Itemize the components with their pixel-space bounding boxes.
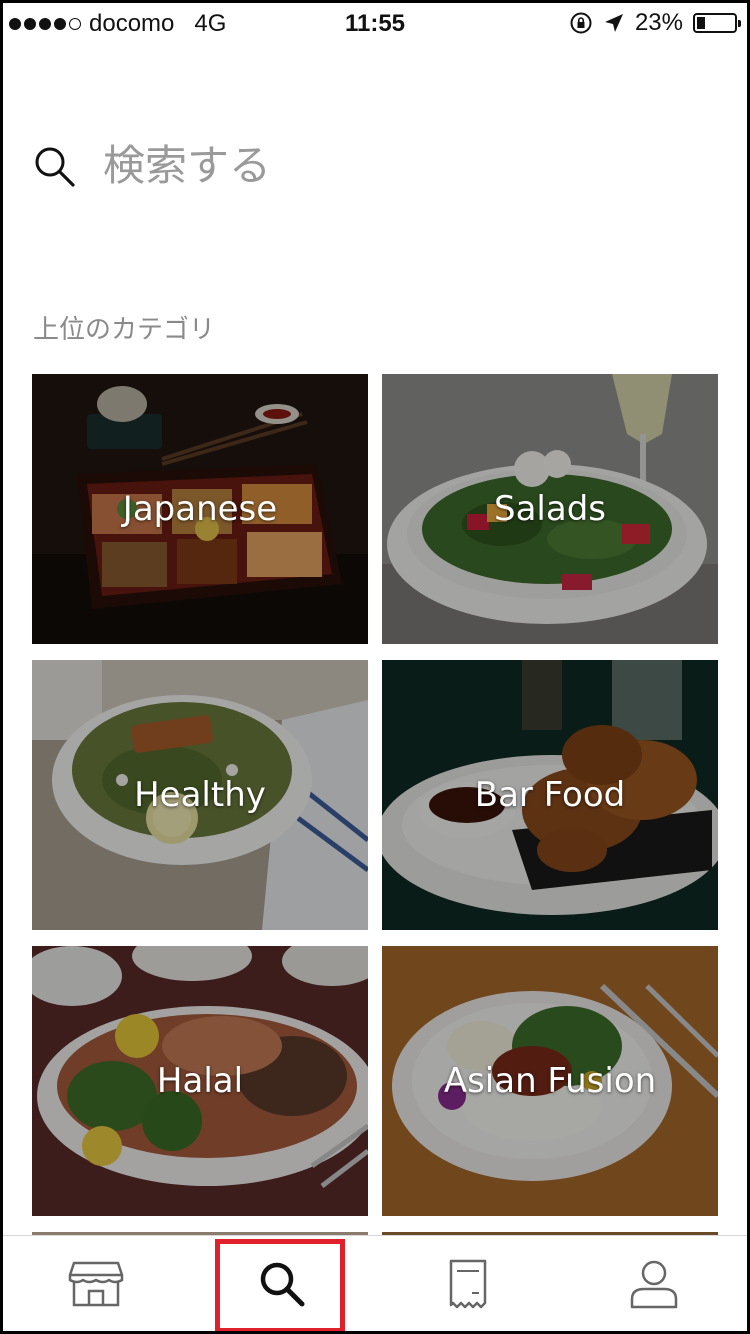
category-grid: Japanese Salads Healthy Bar Food Halal A… xyxy=(32,374,722,1240)
tab-stores[interactable] xyxy=(3,1236,189,1331)
category-card-bar-food[interactable]: Bar Food xyxy=(382,660,718,930)
location-arrow-icon xyxy=(604,14,623,32)
app-screen: docomo 4G 11:55 23% 上位のカテゴリ xyxy=(3,3,747,1331)
search-icon xyxy=(35,147,75,187)
category-label: Japanese xyxy=(122,489,278,529)
category-card-japanese[interactable]: Japanese xyxy=(32,374,368,644)
account-icon xyxy=(630,1260,678,1309)
status-right: 23% xyxy=(569,9,741,37)
category-label: Bar Food xyxy=(474,775,626,815)
battery-percent: 23% xyxy=(634,9,683,36)
selected-tab-highlight xyxy=(215,1239,345,1331)
category-card-halal[interactable]: Halal xyxy=(32,946,368,1216)
store-icon xyxy=(68,1261,124,1307)
category-card-salads[interactable]: Salads xyxy=(382,374,718,644)
search-bar[interactable] xyxy=(3,123,747,203)
orientation-lock-icon xyxy=(570,12,592,34)
tab-bar xyxy=(3,1235,747,1331)
category-card-asian-fusion[interactable]: Asian Fusion xyxy=(382,946,718,1216)
section-title: 上位のカテゴリ xyxy=(33,315,216,345)
status-bar: docomo 4G 11:55 23% xyxy=(3,3,747,43)
tab-orders[interactable] xyxy=(375,1236,561,1331)
tab-account[interactable] xyxy=(561,1236,747,1331)
receipt-icon xyxy=(449,1259,487,1309)
battery-icon xyxy=(693,13,741,33)
category-card-healthy[interactable]: Healthy xyxy=(32,660,368,930)
category-label: Asian Fusion xyxy=(443,1061,657,1101)
category-label: Healthy xyxy=(134,775,266,815)
search-input[interactable] xyxy=(103,135,703,195)
category-label: Salads xyxy=(494,489,606,529)
category-label: Halal xyxy=(156,1061,244,1101)
